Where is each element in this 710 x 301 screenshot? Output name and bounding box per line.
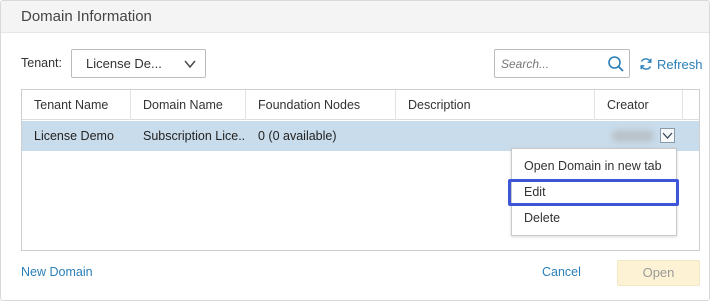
cell-creator-redacted [612,130,654,142]
new-domain-link[interactable]: New Domain [21,265,93,279]
table-header: Tenant Name Domain Name Foundation Nodes… [22,90,699,120]
open-button[interactable]: Open [617,260,700,286]
refresh-icon [640,58,652,70]
cell-foundation-nodes: 0 (0 available) [258,129,337,143]
menu-item-open-domain-new-tab[interactable]: Open Domain in new tab [524,159,662,173]
column-header-foundation-nodes[interactable]: Foundation Nodes [246,90,396,120]
refresh-label: Refresh [657,56,703,72]
chevron-down-icon [662,132,673,139]
column-header-domain-name[interactable]: Domain Name [131,90,246,120]
domain-information-dialog: Domain Information Tenant: License De...… [0,0,710,301]
cancel-button[interactable]: Cancel [542,265,581,279]
search-icon[interactable] [607,55,625,73]
table-row[interactable]: License Demo Subscription Lice... 0 (0 a… [22,121,699,151]
column-header-creator[interactable]: Creator [595,90,683,120]
column-header-tenant-name[interactable]: Tenant Name [22,90,131,120]
column-header-description[interactable]: Description [396,90,595,120]
tenant-dropdown[interactable]: License De... [71,49,206,78]
cell-domain-name: Subscription Lice... [143,129,246,143]
menu-item-delete[interactable]: Delete [524,211,560,225]
dialog-title: Domain Information [21,8,152,25]
search-box[interactable] [494,49,630,78]
dialog-header: Domain Information [1,1,709,33]
tenant-label: Tenant: [21,56,63,70]
tenant-dropdown-value: License De... [86,56,162,71]
refresh-button[interactable]: Refresh [639,56,703,72]
cell-tenant-name: License Demo [34,129,114,143]
row-menu-button[interactable] [660,128,675,143]
search-input[interactable] [501,55,601,73]
edit-highlight-outline [508,179,679,206]
cell-description [396,121,595,151]
chevron-down-icon [184,60,196,69]
